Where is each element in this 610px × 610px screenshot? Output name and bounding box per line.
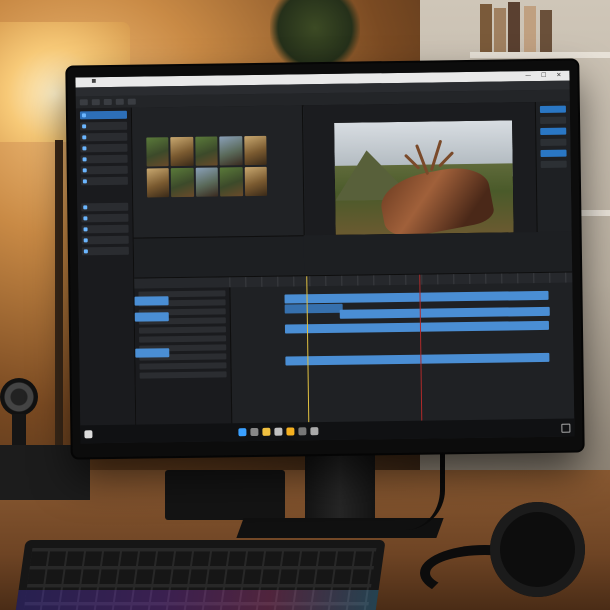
media-thumbnail[interactable] [244,166,268,197]
panel-button[interactable] [540,138,567,146]
tool-button[interactable] [91,99,100,106]
task-view-icon[interactable] [250,427,259,437]
video-preview[interactable] [334,120,514,235]
track-label[interactable] [139,335,227,343]
track-label[interactable] [138,326,227,334]
timeline-clip[interactable] [339,306,550,319]
media-thumbnail[interactable] [219,167,243,197]
panel-icon [82,179,87,184]
panel-tab-active[interactable] [79,110,128,120]
panel-icon [83,227,88,232]
app-icon[interactable] [274,427,283,436]
timeline-clip[interactable] [284,320,550,334]
panel-icon [82,168,87,173]
tool-button[interactable] [127,98,136,105]
panel-icon [83,216,88,221]
timeline-clip[interactable] [134,312,169,322]
media-thumbnail[interactable] [195,167,219,197]
panel-button[interactable] [540,127,567,135]
monitor: ■ — ☐ ✕ [67,60,583,458]
panel-item[interactable] [80,165,128,175]
effects-panel [133,235,305,279]
app-icon: ■ [91,78,97,85]
headphones [420,500,590,601]
webcam [0,378,38,416]
right-panel [534,101,572,233]
notification-icon[interactable] [561,423,571,433]
panel-item[interactable] [81,213,129,223]
app-icon[interactable] [298,427,307,436]
timeline-clip[interactable] [134,296,169,306]
media-thumbnail[interactable] [171,167,194,198]
panel-icon [81,113,86,118]
search-icon[interactable] [238,428,247,437]
timeline-clip[interactable] [135,348,170,358]
panel-icon [82,146,87,151]
plant [270,0,360,70]
media-thumbnail[interactable] [170,136,194,167]
panel-button[interactable] [540,116,567,124]
track-label[interactable] [139,371,227,379]
panel-button[interactable] [539,105,566,113]
program-monitor [303,101,572,236]
keyboard [14,540,386,610]
panel-icon [82,124,87,129]
app-icon[interactable] [310,427,319,436]
panel-item[interactable] [80,132,128,142]
panel-icon [82,157,87,162]
screen: ■ — ☐ ✕ [75,70,575,444]
panel-icon [83,205,88,210]
panel-icon [82,135,87,140]
bookshelf [470,2,610,58]
media-thumbnail[interactable] [146,137,170,167]
panel-icon [83,238,88,243]
media-thumbnail[interactable] [243,135,267,166]
media-thumbnail[interactable] [219,136,243,166]
tool-button[interactable] [79,99,88,106]
hub-device [165,470,285,520]
windows-start-icon[interactable] [84,430,93,439]
media-thumbnail[interactable] [146,168,170,198]
track-label[interactable] [139,362,227,370]
headphones-cup [490,502,585,597]
media-thumbnail[interactable] [195,136,218,166]
photo-scene: ■ — ☐ ✕ [0,0,610,610]
window-controls[interactable]: — ☐ ✕ [525,72,565,80]
tool-button[interactable] [103,98,112,106]
panel-icon [83,249,88,254]
keyboard-rgb-glow [14,590,379,610]
timeline-ruler[interactable] [229,272,573,288]
panel-item[interactable] [81,246,129,256]
file-explorer-icon[interactable] [262,427,271,436]
panel-button[interactable] [540,149,567,157]
timeline-clip[interactable] [284,290,549,304]
media-thumbnail-grid [146,135,268,198]
browser-icon[interactable] [286,427,295,436]
floor-lamp-pole [55,140,63,470]
panel-item[interactable] [81,235,129,245]
panel-item[interactable] [80,143,128,153]
left-panel [75,107,137,444]
panel-item[interactable] [80,121,128,131]
timeline-clip[interactable] [285,352,550,366]
panel-item[interactable] [81,224,129,234]
panel-item[interactable] [80,176,128,186]
project-panel [131,105,305,238]
tool-button[interactable] [115,98,124,105]
panel-item[interactable] [80,154,128,164]
panel-button[interactable] [540,160,567,168]
panel-item[interactable] [81,202,129,212]
timeline-clip[interactable] [284,303,343,314]
timeline-panel [134,271,575,425]
